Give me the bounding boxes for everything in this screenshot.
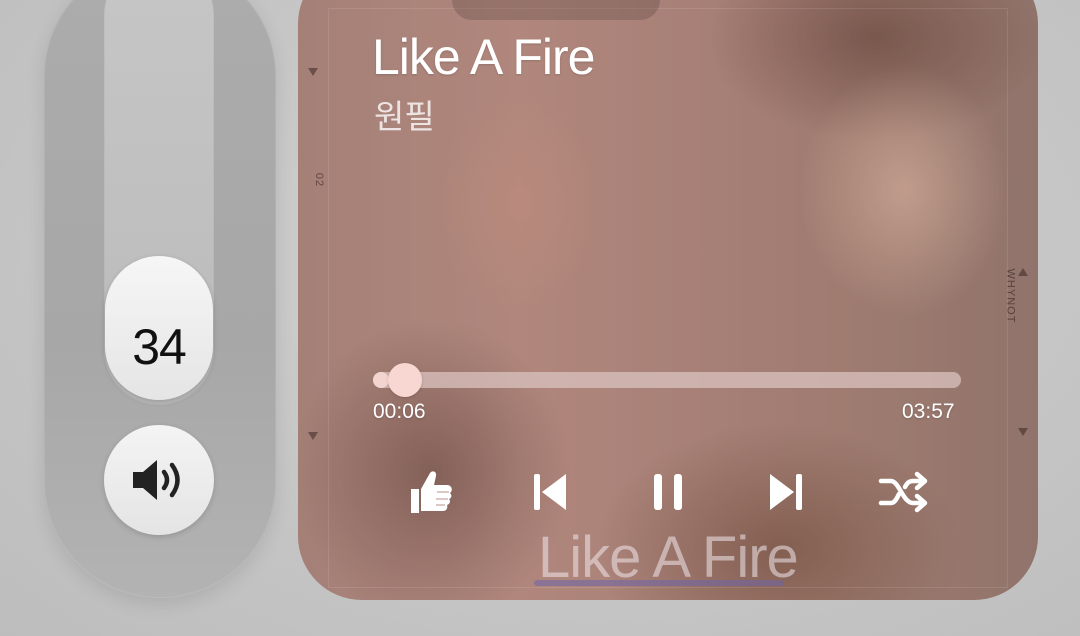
previous-button[interactable] xyxy=(520,462,580,522)
artwork-marker xyxy=(308,68,318,76)
artwork-side-label: WHYNOT xyxy=(1004,268,1017,324)
song-title: Like A Fire xyxy=(372,29,595,85)
skip-previous-icon xyxy=(534,474,566,510)
total-time: 03:57 xyxy=(902,400,955,423)
card-top-notch xyxy=(452,0,660,20)
pause-button[interactable] xyxy=(638,462,698,522)
artwork-marker xyxy=(1018,268,1028,276)
like-button[interactable] xyxy=(400,462,460,522)
album-art-underline xyxy=(534,580,784,586)
progress-bar-fill xyxy=(373,372,389,388)
artwork-side-number: 02 xyxy=(313,172,326,188)
volume-button[interactable] xyxy=(104,425,214,535)
pause-icon xyxy=(654,474,682,510)
thumbs-up-icon xyxy=(411,471,452,513)
artwork-marker xyxy=(1018,428,1028,436)
progress-bar[interactable] xyxy=(373,372,961,388)
song-artist: 원필 xyxy=(374,97,435,136)
shuffle-icon xyxy=(878,471,928,513)
speaker-volume-icon xyxy=(133,460,180,500)
progress-bar-handle[interactable] xyxy=(387,363,422,397)
elapsed-time: 00:06 xyxy=(373,400,426,423)
artwork-marker xyxy=(308,432,318,440)
shuffle-button[interactable] xyxy=(874,462,934,522)
next-button[interactable] xyxy=(756,462,816,522)
volume-level-value: 34 xyxy=(132,319,187,375)
skip-next-icon xyxy=(770,474,802,510)
